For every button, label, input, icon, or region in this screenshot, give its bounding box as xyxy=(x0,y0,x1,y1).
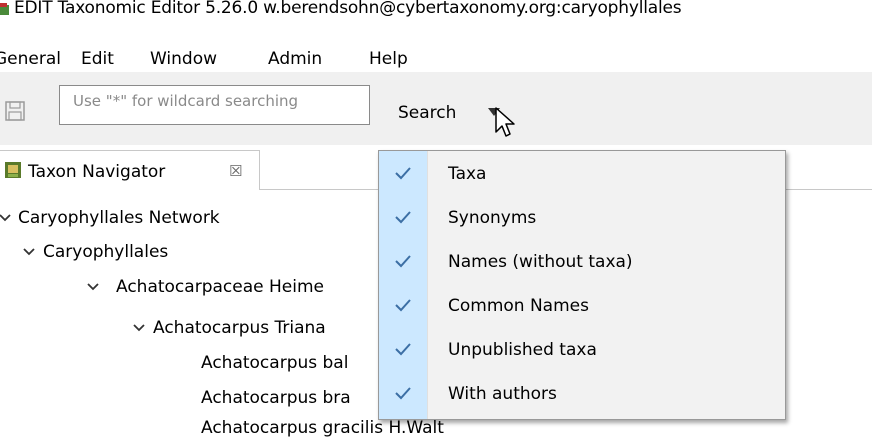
checkmark-icon xyxy=(395,343,411,356)
chevron-down-icon[interactable] xyxy=(0,213,12,223)
menu-item-synonyms[interactable]: Synonyms xyxy=(379,197,785,241)
app-icon xyxy=(0,3,9,15)
menu-bar: General Edit Window Admin Help xyxy=(0,42,872,72)
checkmark-icon xyxy=(395,167,411,180)
menu-item-label: Common Names xyxy=(448,296,589,316)
checkmark-icon xyxy=(395,211,411,224)
chevron-down-icon[interactable] xyxy=(86,282,100,292)
window-title-bar: EDIT Taxonomic Editor 5.26.0 w.berendsoh… xyxy=(0,0,872,23)
checkmark-icon xyxy=(395,387,411,400)
tree-node-label: Caryophyllales Network xyxy=(18,208,220,228)
menu-item-unpublished-taxa[interactable]: Unpublished taxa xyxy=(379,329,785,373)
checkmark-icon xyxy=(395,255,411,268)
menu-item-label: Unpublished taxa xyxy=(448,340,597,360)
tree-node-label: Achatocarpaceae Heime xyxy=(116,277,324,297)
menu-item-taxa[interactable]: Taxa xyxy=(379,153,785,197)
save-icon[interactable] xyxy=(4,100,26,122)
tree-node-label: Caryophyllales xyxy=(43,242,169,262)
search-options-menu: Taxa Synonyms Names (without taxa) Commo… xyxy=(378,150,786,420)
search-input[interactable]: Use "*" for wildcard searching xyxy=(59,85,370,125)
taxon-navigator-icon xyxy=(5,162,21,178)
menu-admin[interactable]: Admin xyxy=(268,49,322,69)
menu-item-label: Names (without taxa) xyxy=(448,252,633,272)
menu-help[interactable]: Help xyxy=(369,49,408,69)
menu-item-names-without-taxa[interactable]: Names (without taxa) xyxy=(379,241,785,285)
close-icon[interactable]: ☒ xyxy=(229,162,242,180)
menu-item-common-names[interactable]: Common Names xyxy=(379,285,785,329)
menu-general[interactable]: General xyxy=(0,49,61,69)
menu-edit[interactable]: Edit xyxy=(81,49,114,69)
tree-node-label: Achatocarpus Triana xyxy=(153,318,326,338)
checkmark-icon xyxy=(395,299,411,312)
tree-node-label: Achatocarpus bal xyxy=(201,353,349,373)
mouse-pointer-icon xyxy=(495,107,515,137)
tree-node-label: Achatocarpus bra xyxy=(201,388,351,408)
tab-taxon-navigator-label: Taxon Navigator xyxy=(28,162,166,182)
search-button[interactable]: Search xyxy=(398,103,456,123)
menu-window[interactable]: Window xyxy=(150,49,217,69)
window-title: EDIT Taxonomic Editor 5.26.0 w.berendsoh… xyxy=(14,0,682,18)
chevron-down-icon[interactable] xyxy=(22,247,36,257)
menu-item-with-authors[interactable]: With authors xyxy=(379,373,785,417)
menu-item-label: Synonyms xyxy=(448,208,537,228)
search-placeholder: Use "*" for wildcard searching xyxy=(73,92,299,110)
chevron-down-icon[interactable] xyxy=(132,323,146,333)
menu-item-label: Taxa xyxy=(448,164,487,184)
tree-node-label: Achatocarpus gracilis H.Walt xyxy=(201,418,444,438)
menu-item-label: With authors xyxy=(448,384,557,404)
